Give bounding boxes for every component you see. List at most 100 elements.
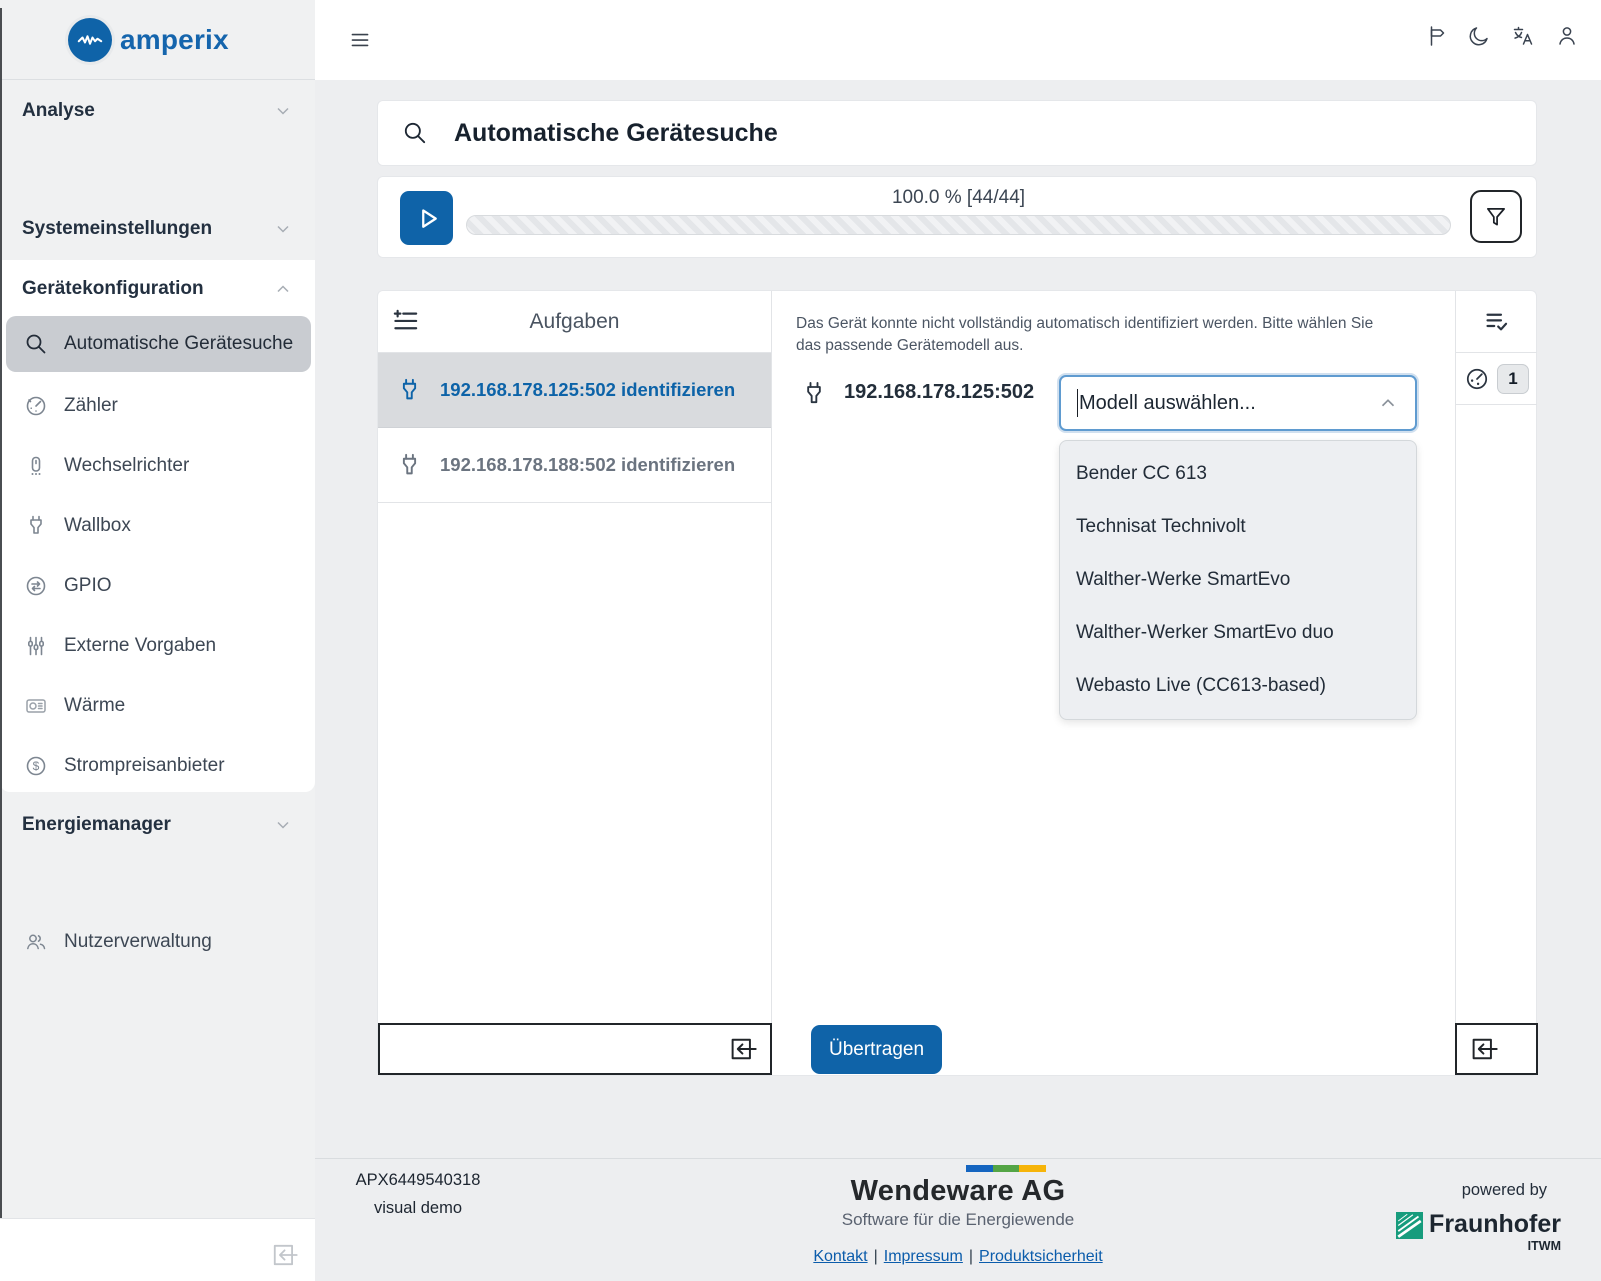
task-label: 192.168.178.188:502 identifizieren [440, 454, 735, 476]
brand-logo: amperix [0, 0, 315, 80]
app-window: amperix Analyse Systemeinstellungen Gerä… [0, 0, 1601, 1281]
sidebar-section-energiemanager[interactable]: Energiemanager [0, 806, 315, 844]
search-icon [24, 332, 48, 356]
topbar [315, 0, 1601, 80]
link-kontakt[interactable]: Kontakt [813, 1248, 867, 1265]
plug-icon [396, 377, 423, 404]
model-option[interactable]: Webasto Live (CC613-based) [1060, 659, 1416, 712]
sidebar-collapse-icon[interactable] [269, 1241, 301, 1269]
chevron-down-icon [273, 219, 293, 239]
task-item-125[interactable]: 192.168.178.125:502 identifizieren [378, 353, 771, 428]
model-options-dropdown: Bender CC 613 Technisat Technivolt Walth… [1059, 440, 1417, 720]
start-scan-button[interactable] [400, 191, 453, 245]
plug-icon [396, 452, 423, 479]
add-task-icon[interactable] [392, 308, 419, 335]
pending-tasks-row: 1 [1456, 353, 1537, 405]
model-option[interactable]: Technisat Technivolt [1060, 500, 1416, 553]
actions-collapse-button[interactable] [1455, 1023, 1538, 1075]
funnel-icon [1483, 204, 1509, 230]
signpost-icon[interactable] [1423, 24, 1447, 48]
list-check-icon[interactable] [1483, 308, 1510, 335]
sidebar-item-automatische-geraetesuche[interactable]: Automatische Gerätesuche [6, 316, 311, 372]
link-separator: | [969, 1248, 973, 1265]
footer-links: Kontakt|Impressum|Produktsicherheit [813, 1248, 1102, 1266]
link-produktsicherheit[interactable]: Produktsicherheit [979, 1248, 1103, 1265]
task-item-188[interactable]: 192.168.178.188:502 identifizieren [378, 428, 771, 503]
bar-green [993, 1165, 1020, 1172]
menu-toggle-button[interactable] [347, 27, 373, 53]
sidebar-item-gpio[interactable]: GPIO [0, 556, 315, 616]
progress-fill [467, 216, 1450, 234]
search-icon [402, 120, 428, 146]
text-cursor [1077, 389, 1078, 417]
side-actions-panel: 1 [1455, 291, 1537, 1075]
tasks-collapse-button[interactable] [378, 1023, 772, 1075]
task-label: 192.168.178.125:502 identifizieren [440, 379, 735, 401]
sidebar-item-label: Wärme [64, 695, 125, 717]
fraunhofer-text: Fraunhofer [1429, 1210, 1561, 1238]
box-arrow-in-left-icon [728, 1035, 758, 1063]
sidebar-item-label: Wechselrichter [64, 455, 189, 477]
sidebar-section-geraetekonfiguration-panel: Gerätekonfiguration Automatische Gerätes… [0, 260, 315, 792]
sidebar: amperix Analyse Systemeinstellungen Gerä… [0, 0, 315, 1281]
fraunhofer-mark-icon [1396, 1212, 1423, 1239]
model-option[interactable]: Bender CC 613 [1060, 447, 1416, 500]
bar-blue [966, 1165, 993, 1172]
progress-bar [466, 215, 1451, 235]
gpio-icon [24, 574, 48, 598]
model-option[interactable]: Walther-Werker SmartEvo duo [1060, 606, 1416, 659]
section-label: Gerätekonfiguration [22, 278, 273, 300]
plug-icon [24, 514, 48, 538]
sidebar-item-label: Automatische Gerätesuche [64, 333, 293, 355]
chevron-up-icon [273, 279, 293, 299]
tasks-header: Aufgaben [378, 291, 771, 353]
powered-by-text: powered by [1396, 1181, 1547, 1200]
sidebar-item-label: Strompreisanbieter [64, 755, 225, 777]
scan-progress-card: 100.0 % [44/44] [377, 176, 1537, 258]
wendeware-tagline: Software für die Energiewende [842, 1210, 1074, 1230]
sidebar-section-systemeinstellungen[interactable]: Systemeinstellungen [0, 210, 315, 248]
sidebar-item-label: Zähler [64, 395, 118, 417]
filter-button[interactable] [1470, 190, 1522, 243]
device-identification-card: Aufgaben 192.168.178.125:502 identifizie… [377, 290, 1537, 1076]
language-translate-icon[interactable] [1511, 24, 1535, 48]
heat-icon [24, 694, 48, 718]
sidebar-item-wallbox[interactable]: Wallbox [0, 496, 315, 556]
model-select-input[interactable]: Modell auswählen... [1059, 375, 1417, 431]
user-profile-icon[interactable] [1555, 24, 1579, 48]
dark-mode-moon-icon[interactable] [1467, 24, 1491, 48]
timer-icon[interactable] [1464, 366, 1490, 392]
powered-by-block: powered by Fraunhofer ITWM [1396, 1181, 1561, 1253]
progress-label: 100.0 % [44/44] [466, 187, 1451, 213]
sidebar-item-label: GPIO [64, 575, 112, 597]
model-option[interactable]: Walther-Werke SmartEvo [1060, 553, 1416, 606]
chevron-up-icon [1377, 392, 1399, 414]
submit-button[interactable]: Übertragen [811, 1025, 942, 1074]
topbar-icons [1423, 24, 1579, 48]
window-edge [0, 8, 2, 1218]
tasks-panel: Aufgaben 192.168.178.125:502 identifizie… [378, 291, 772, 1075]
model-select-placeholder: Modell auswählen... [1079, 392, 1377, 415]
box-arrow-in-left-icon [1469, 1035, 1499, 1063]
sidebar-item-zaehler[interactable]: Zähler [0, 376, 315, 436]
sidebar-item-label: Externe Vorgaben [64, 635, 216, 657]
page-title-card: Automatische Gerätesuche [377, 100, 1537, 166]
pending-count-badge: 1 [1497, 364, 1529, 394]
users-icon [24, 930, 48, 954]
sidebar-item-strompreisanbieter[interactable]: $ Strompreisanbieter [0, 736, 315, 796]
chevron-down-icon [273, 815, 293, 835]
main-content: Automatische Gerätesuche 100.0 % [44/44] [315, 80, 1601, 1158]
sidebar-item-label: Wallbox [64, 515, 131, 537]
sidebar-item-wechselrichter[interactable]: Wechselrichter [0, 436, 315, 496]
sidebar-item-externe-vorgaben[interactable]: Externe Vorgaben [0, 616, 315, 676]
sidebar-item-waerme[interactable]: Wärme [0, 676, 315, 736]
amperix-wave-icon [68, 18, 112, 62]
sidebar-section-geraetekonfiguration[interactable]: Gerätekonfiguration [0, 270, 315, 308]
device-address: 192.168.178.125:502 [844, 381, 1034, 404]
section-label: Energiemanager [22, 814, 273, 836]
inverter-icon [24, 454, 48, 478]
link-impressum[interactable]: Impressum [884, 1248, 963, 1265]
identification-detail-panel: Das Gerät konnte nicht vollständig autom… [772, 291, 1455, 1075]
sidebar-item-nutzerverwaltung[interactable]: Nutzerverwaltung [0, 912, 315, 972]
sidebar-section-analyse[interactable]: Analyse [0, 92, 315, 130]
